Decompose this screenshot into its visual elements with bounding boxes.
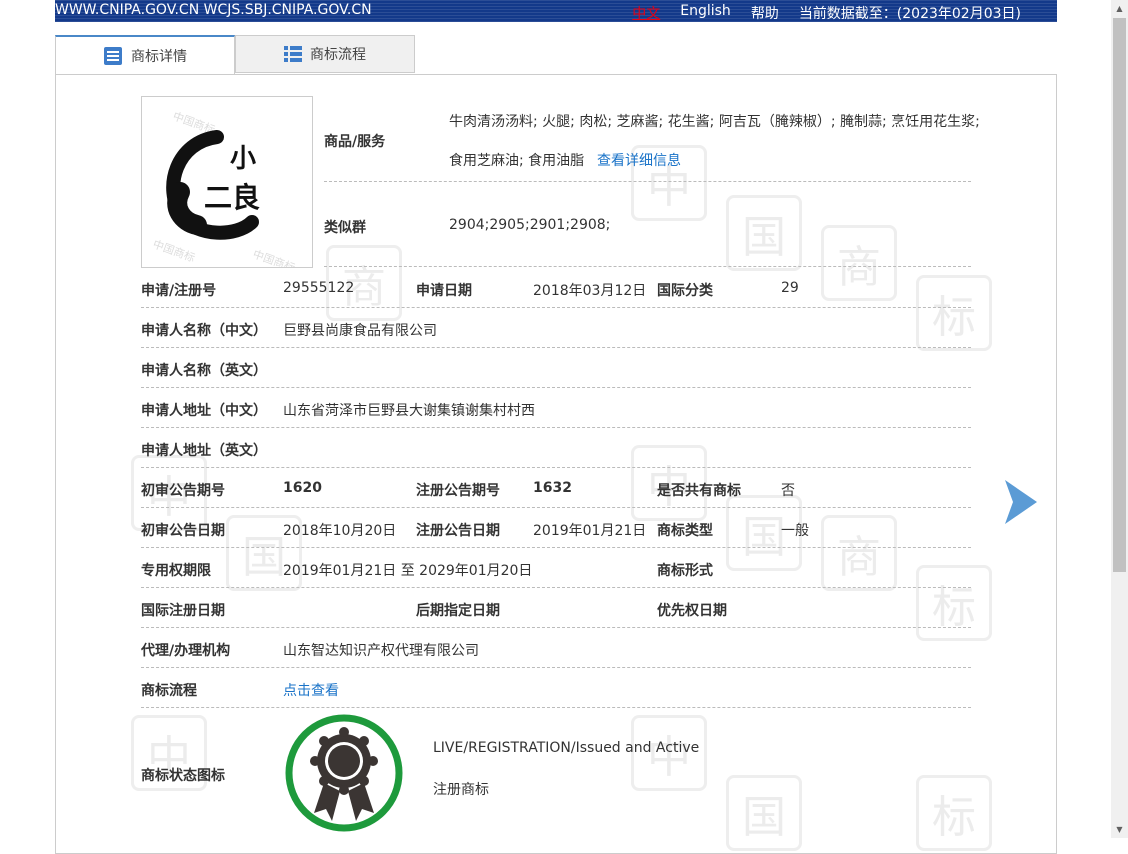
term-label: 专用权期限 [141,563,211,579]
term-value: 2019年01月21日 至 2029年01月20日 [283,563,533,579]
watermark-char: 国 [726,775,802,851]
list-icon [284,46,302,62]
document-list-icon [104,47,122,65]
applicant-cn: 巨野县尚康食品有限公司 [283,323,437,339]
divider [141,587,971,588]
later-date-label: 后期指定日期 [416,603,500,619]
app-date-label: 申请日期 [416,283,472,299]
intl-class-label: 国际分类 [657,283,713,299]
applicant-en-label: 申请人名称（英文） [141,363,267,379]
divider [324,266,971,267]
divider [141,547,971,548]
svg-text:中国商标: 中国商标 [151,237,197,265]
watermark-char: 标 [916,775,992,851]
tab-detail[interactable]: 商标详情 [55,35,235,75]
prelim-date-label: 初审公告日期 [141,523,225,539]
prelim-date: 2018年10月20日 [283,523,397,539]
app-date: 2018年03月12日 [533,283,647,299]
reg-no: 29555122 [283,280,355,296]
watermark-char: 标 [916,565,992,641]
trademark-image[interactable]: 中国商标 中国商标 中国商标 小 二良 [141,96,313,275]
goods-line2: 食用芝麻油; 食用油脂 [449,153,585,169]
similar-value: 2904;2905;2901;2908; [449,217,611,233]
lang-en-link[interactable]: English [680,3,731,23]
divider [324,181,971,182]
priority-date-label: 优先权日期 [657,603,727,619]
agent-value: 山东智达知识产权代理有限公司 [283,643,479,659]
shared-label: 是否共有商标 [657,483,741,499]
goods-more-link[interactable]: 查看详细信息 [597,150,681,170]
registered-badge-icon [285,714,403,832]
status-icon-label: 商标状态图标 [141,768,225,784]
svg-text:中国商标: 中国商标 [251,247,297,267]
intl-reg-date-label: 国际注册日期 [141,603,225,619]
goods-line1: 牛肉清汤汤料; 火腿; 肉松; 芝麻酱; 花生酱; 阿吉瓦（腌辣椒）; 腌制蒜;… [449,114,980,130]
tab-detail-label: 商标详情 [131,49,187,65]
logo-char-top: 小 [230,144,256,174]
watermark-char: 商 [821,225,897,301]
agent-label: 代理/办理机构 [141,643,231,659]
top-bar: WWW.CNIPA.GOV.CN WCJS.SBJ.CNIPA.GOV.CN 中… [55,0,1057,22]
tab-flow-label: 商标流程 [310,47,366,63]
vertical-scrollbar[interactable]: ▲ ▼ [1111,0,1128,838]
reg-pub-no-label: 注册公告期号 [416,483,500,499]
similar-label: 类似群 [324,220,366,236]
reg-pub-no: 1632 [533,480,572,496]
scroll-thumb[interactable] [1113,18,1126,572]
applicant-cn-label: 申请人名称（中文） [141,323,267,339]
trademark-logo: 中国商标 中国商标 中国商标 小 二良 [151,109,297,275]
reg-pub-date: 2019年01月21日 [533,523,647,539]
goods-label: 商品/服务 [324,134,386,150]
address-en-label: 申请人地址（英文） [141,443,267,459]
reg-pub-date-label: 注册公告日期 [416,523,500,539]
divider [141,707,971,708]
divider [141,507,971,508]
address-cn: 山东省菏泽市巨野县大谢集镇谢集村村西 [283,403,535,419]
reg-no-label: 申请/注册号 [141,283,217,299]
watermark-char: 标 [916,275,992,351]
divider [141,627,971,628]
tab-flow[interactable]: 商标流程 [235,35,415,73]
status-cn: 注册商标 [433,782,489,798]
form-label: 商标形式 [657,563,713,579]
top-links: 中文 English 帮助 当前数据截至：(2023年02月03日) [632,3,1021,23]
divider [141,427,971,428]
divider [141,667,971,668]
status-en: LIVE/REGISTRATION/Issued and Active [433,740,700,756]
scroll-up-icon[interactable]: ▲ [1111,0,1128,17]
flow-link[interactable]: 点击查看 [283,680,339,700]
scroll-down-icon[interactable]: ▼ [1111,821,1128,838]
type-label: 商标类型 [657,523,713,539]
intl-class: 29 [781,280,799,296]
data-date: 当前数据截至：(2023年02月03日) [798,6,1021,22]
shared-value: 否 [781,483,795,499]
watermark-char: 商 [821,515,897,591]
address-cn-label: 申请人地址（中文） [141,403,267,419]
tab-bar: 商标详情 商标流程 [55,35,415,75]
divider [141,387,971,388]
logo-char-bottom: 二良 [204,181,260,214]
flow-label: 商标流程 [141,683,197,699]
watermark-char: 国 [726,195,802,271]
divider [141,307,971,308]
help-link[interactable]: 帮助 [751,3,779,23]
next-arrow-icon[interactable] [1003,478,1039,526]
type-value: 一般 [781,523,809,539]
divider [141,467,971,468]
lang-zh-link[interactable]: 中文 [632,3,660,23]
divider [141,347,971,348]
prelim-no: 1620 [283,480,322,496]
prelim-no-label: 初审公告期号 [141,483,225,499]
site-url: WWW.CNIPA.GOV.CN WCJS.SBJ.CNIPA.GOV.CN [55,2,372,18]
